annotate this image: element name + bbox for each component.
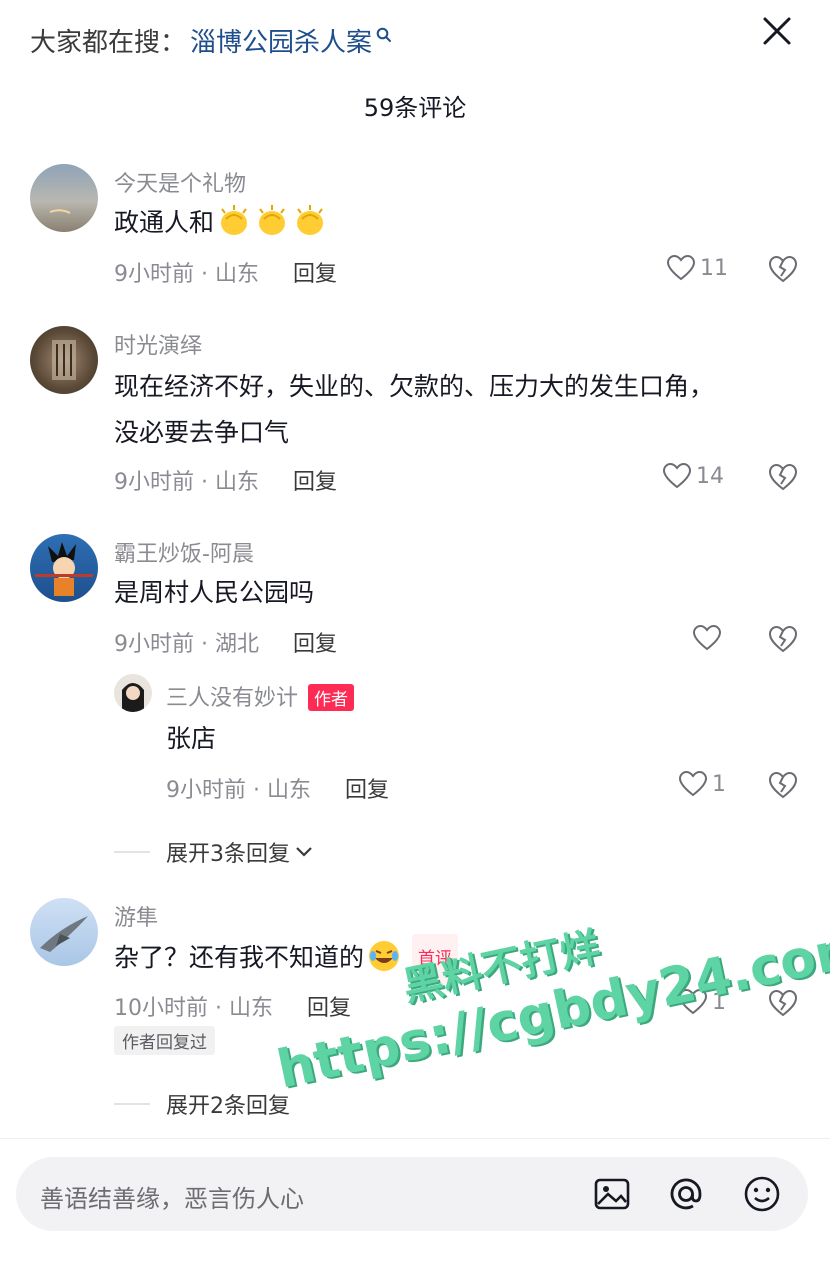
comment-text-body: 政通人和 [114,208,215,237]
dislike-icon[interactable] [768,624,798,654]
avatar[interactable] [30,164,98,232]
expand-replies-label: 展开3条回复 [166,842,290,867]
clapping-hands-emoji [259,205,286,235]
comment-text: 是周村人民公园吗 [114,578,315,607]
trending-search-term[interactable]: 淄博公园杀人案 [190,22,372,59]
heart-icon [662,462,692,489]
comment-meta: 10小时前 · 山东 回复 [114,990,351,1022]
chevron-down-icon [296,847,312,857]
dislike-icon[interactable] [768,988,798,1018]
author-badge: 作者 [308,684,355,711]
comment-text-body: 杂了？还有我不知道的 [114,943,365,972]
like-count: 14 [696,463,724,489]
comment-count: 59条评论 [363,94,467,122]
reply-button[interactable]: 回复 [293,256,337,288]
comment-meta: 9小时前 · 山东 回复 [114,256,337,288]
comment-text: 杂了？还有我不知道的 首评 [114,934,459,984]
rofl-emoji [369,941,400,971]
time-location: 9小时前 · 山东 [166,778,311,803]
expand-replies-button[interactable]: 展开2条回复 [114,1088,290,1120]
heart-icon [678,988,708,1015]
time-location: 9小时前 · 山东 [114,262,259,287]
comment-meta: 9小时前 · 山东 回复 [166,772,389,804]
like-button[interactable]: 14 [662,462,724,490]
reply-button[interactable]: 回复 [293,464,337,496]
avatar[interactable] [30,326,98,394]
trending-search[interactable]: 大家都在搜： 淄博公园杀人案 [30,20,392,60]
clapping-hands-emoji [221,205,248,235]
reply-button[interactable]: 回复 [345,772,389,804]
divider [114,1103,150,1105]
comment-text: 政通人和 [114,200,328,246]
divider [114,851,150,853]
avatar[interactable] [30,898,98,966]
image-icon[interactable] [592,1174,632,1214]
username[interactable]: 时光演绎 [114,328,202,360]
emoji-icon[interactable] [742,1174,782,1214]
avatar[interactable] [114,674,152,712]
reply-username-row: 三人没有妙计 作者 [166,680,355,712]
comment-input-bar: 善语结善缘，恶言伤人心 [0,1138,830,1280]
expand-replies-button[interactable]: 展开3条回复 [114,836,314,868]
search-icon [376,27,392,42]
comment-text: 现在经济不好，失业的、欠款的、压力大的发生口角， 没必要去争口气 [114,364,714,456]
time-location: 9小时前 · 山东 [114,470,259,495]
dislike-icon[interactable] [768,462,798,492]
comment-meta: 9小时前 · 湖北 回复 [114,626,337,658]
dislike-icon[interactable] [768,770,798,800]
close-icon[interactable] [760,14,794,48]
username[interactable]: 今天是个礼物 [114,166,246,198]
like-button[interactable]: 1 [678,988,726,1016]
like-count: 1 [712,989,726,1015]
at-icon[interactable] [666,1174,706,1214]
username[interactable]: 游隼 [114,900,158,932]
trending-search-prefix: 大家都在搜： [30,27,187,58]
author-replied-tag: 作者回复过 [114,1026,215,1055]
clapping-hands-emoji [297,205,324,235]
heart-icon [678,770,708,797]
reply-button[interactable]: 回复 [307,990,351,1022]
first-comment-badge: 首评 [412,934,459,984]
time-location: 10小时前 · 山东 [114,996,273,1021]
heart-icon [666,254,696,281]
comment-meta: 9小时前 · 山东 回复 [114,464,337,496]
reply-button[interactable]: 回复 [293,626,337,658]
watermark-line1: 黑料不打烊 [399,924,605,1011]
comment-input[interactable]: 善语结善缘，恶言伤人心 [16,1157,808,1231]
like-count: 1 [712,771,726,797]
like-button[interactable] [692,624,722,652]
avatar[interactable] [30,534,98,602]
dislike-icon[interactable] [768,254,798,284]
comment-text-line: 现在经济不好，失业的、欠款的、压力大的发生口角， [114,372,715,401]
heart-icon [692,624,722,651]
username[interactable]: 三人没有妙计 [166,686,298,711]
like-count: 11 [700,255,728,281]
comment-text: 张店 [166,724,217,753]
username[interactable]: 霸王炒饭-阿晨 [114,536,254,568]
comment-text-line: 没必要去争口气 [114,418,290,447]
comment-input-placeholder: 善语结善缘，恶言伤人心 [40,1185,304,1213]
time-location: 9小时前 · 湖北 [114,632,259,657]
like-button[interactable]: 1 [678,770,726,798]
expand-replies-label: 展开2条回复 [166,1094,290,1119]
like-button[interactable]: 11 [666,254,728,282]
